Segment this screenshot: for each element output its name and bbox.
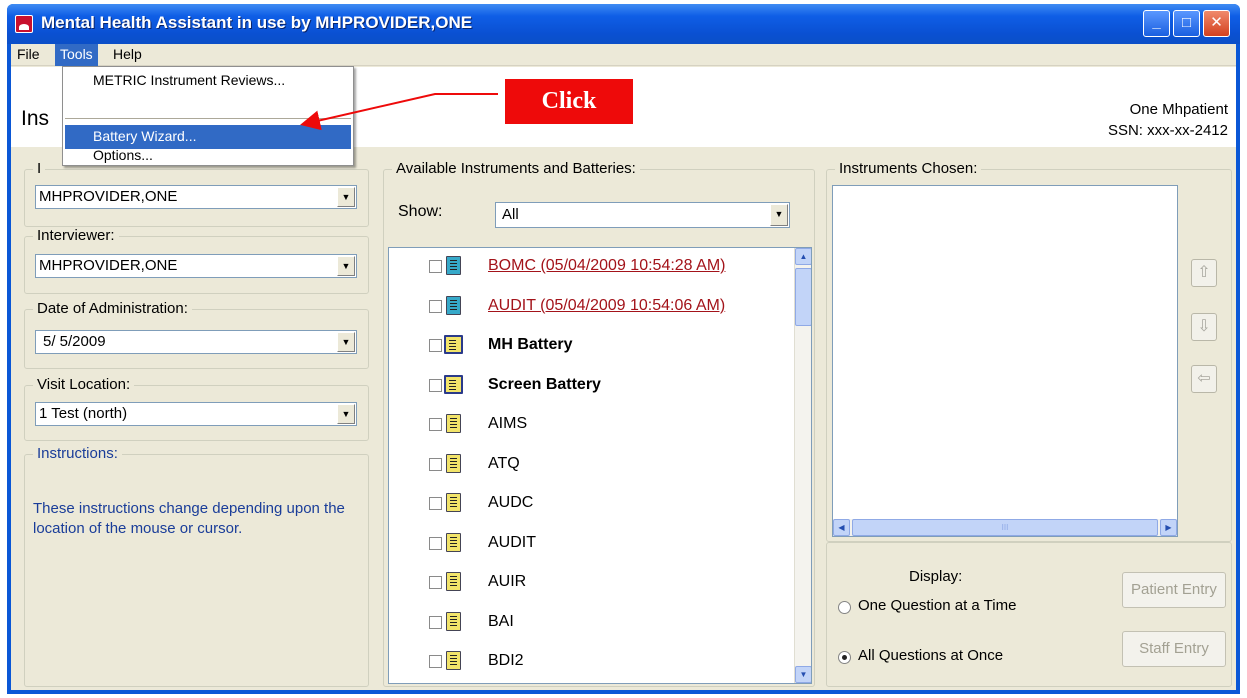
annotation-arrow-icon — [300, 93, 498, 131]
